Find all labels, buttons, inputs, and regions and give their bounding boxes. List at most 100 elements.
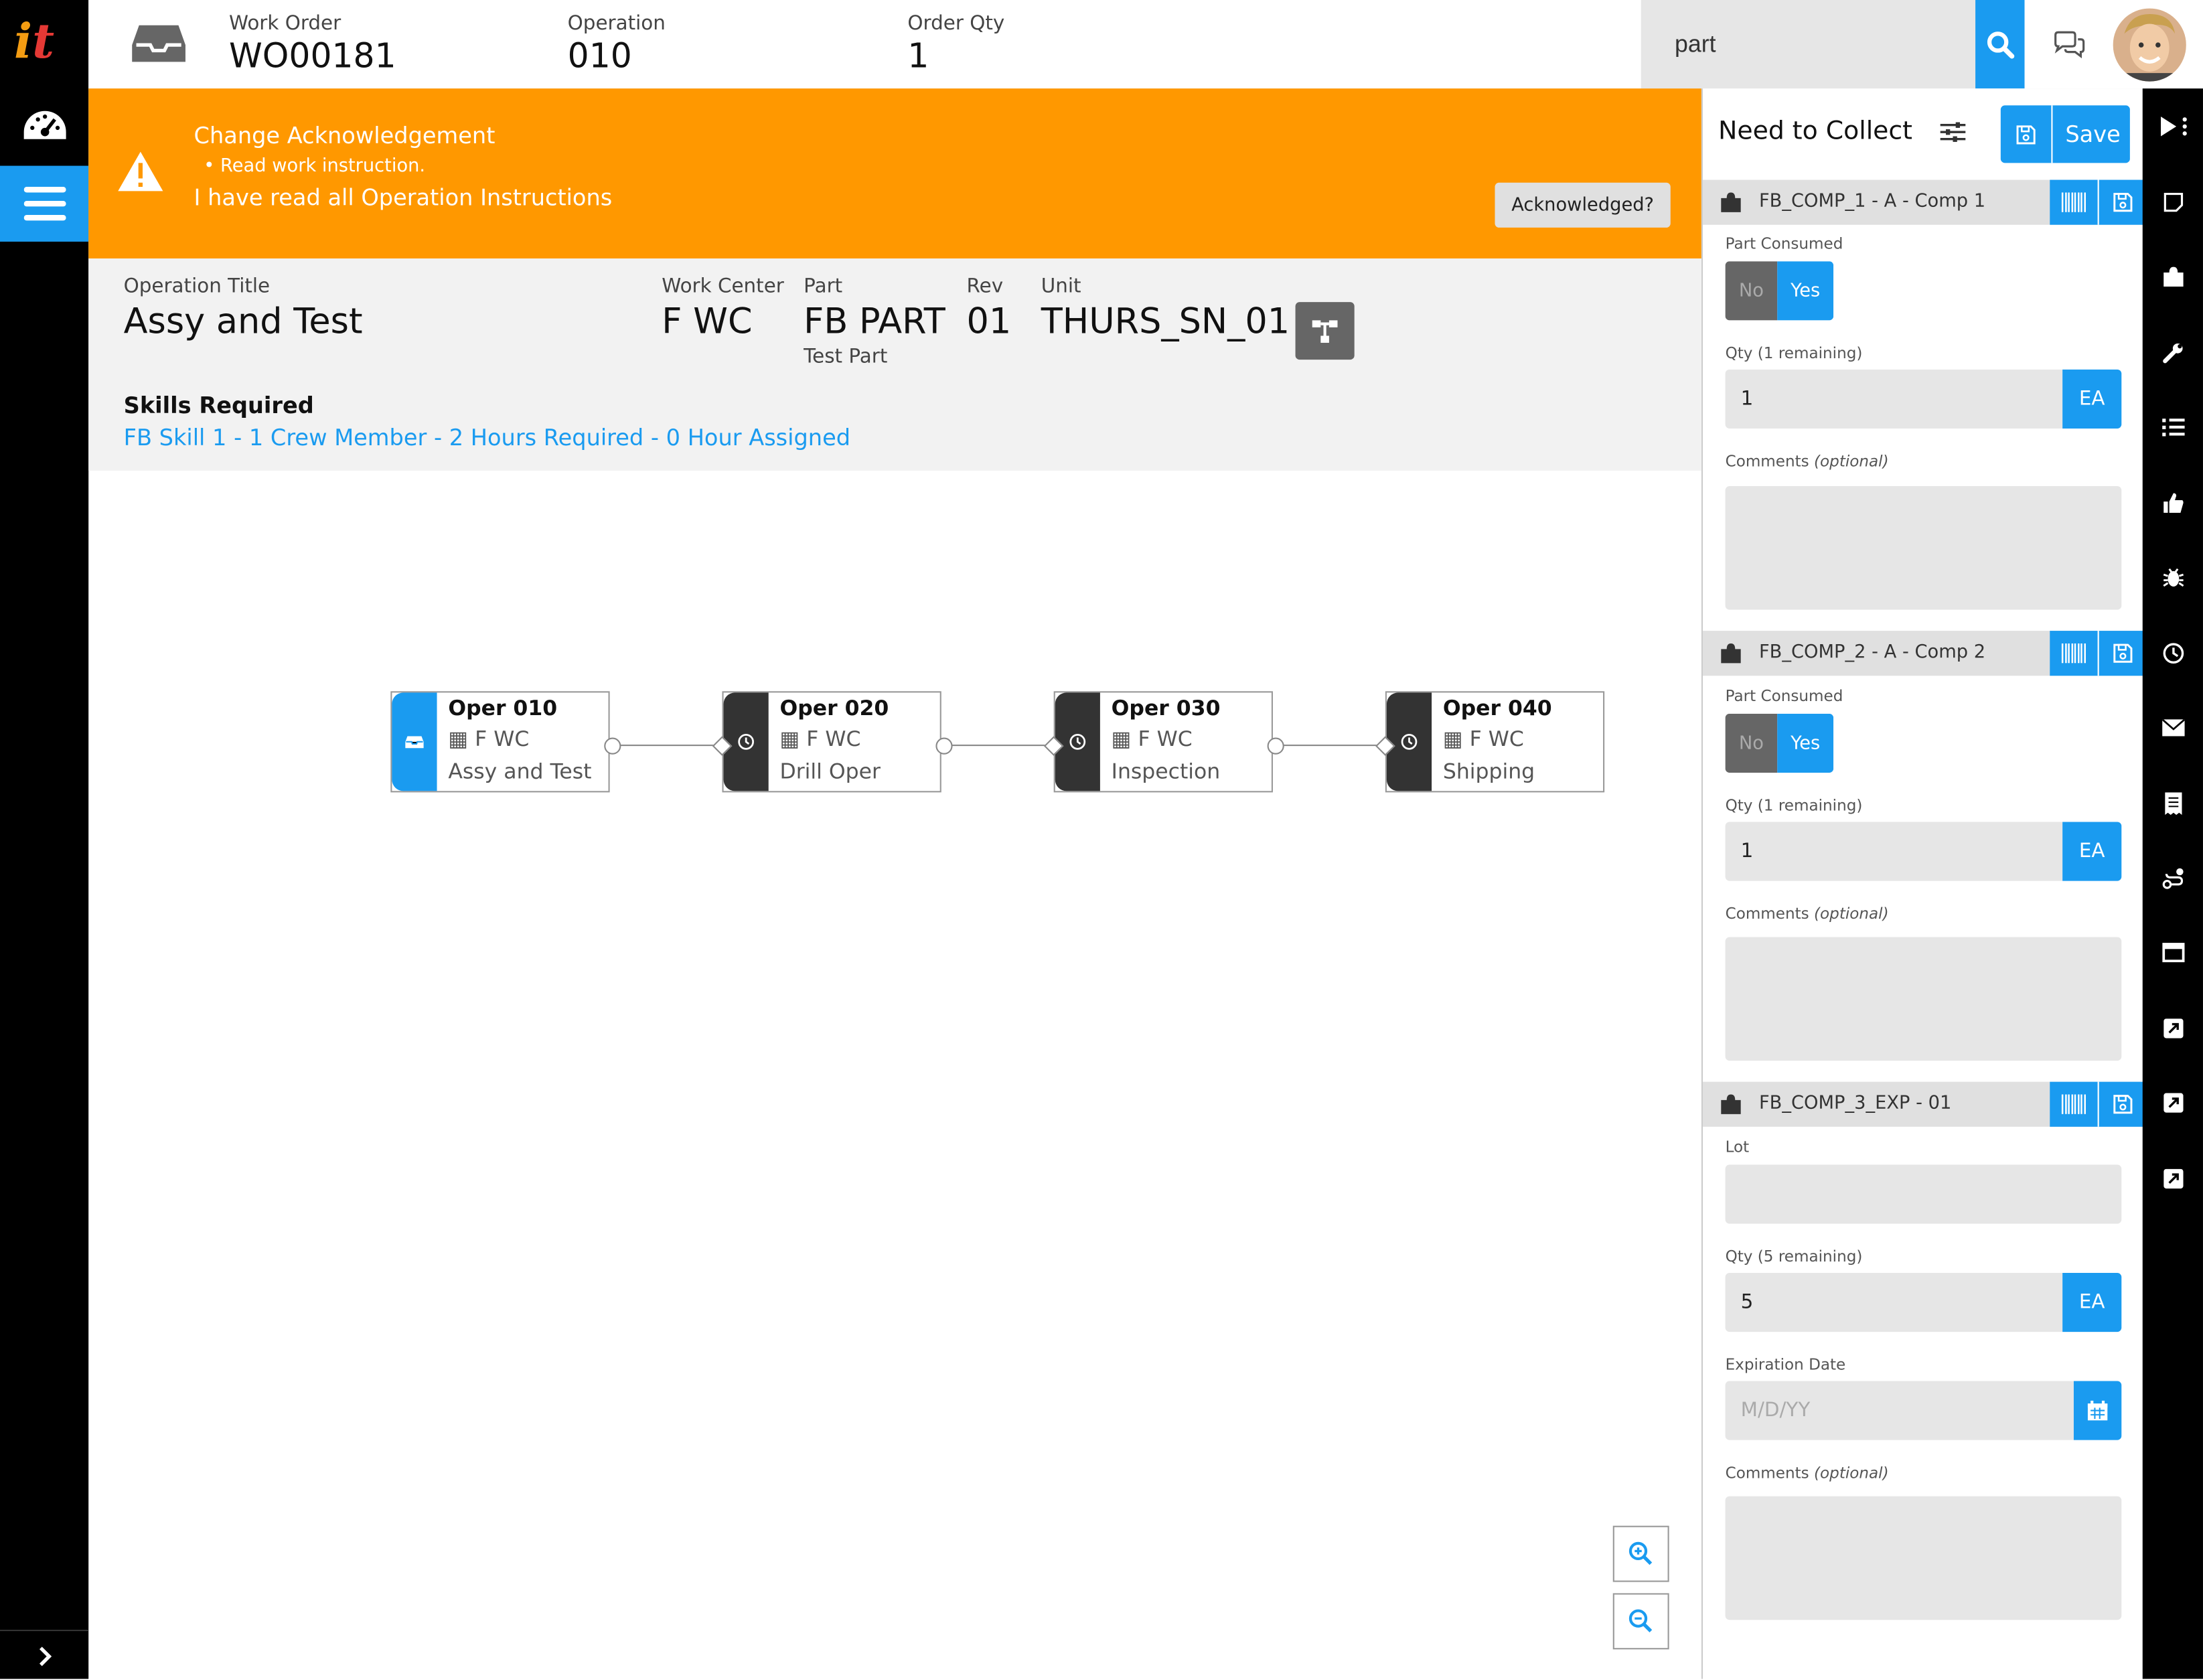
clock-icon (723, 692, 769, 791)
save-button[interactable]: Save (2000, 105, 2130, 163)
barcode-button[interactable] (2050, 631, 2098, 676)
window-button[interactable] (2143, 931, 2203, 974)
expiration-field[interactable]: M/D/YY (1725, 1381, 2122, 1440)
component-save-button[interactable] (2097, 631, 2145, 676)
qty-field[interactable]: 1 EA (1725, 822, 2122, 881)
expiration-input[interactable]: M/D/YY (1725, 1381, 2074, 1440)
unit-button[interactable]: EA (2062, 822, 2122, 881)
unit-button[interactable]: EA (2062, 369, 2122, 429)
search-input[interactable] (1641, 0, 1951, 89)
op-title-value: Assy and Test (123, 301, 363, 341)
calendar-button[interactable] (2073, 1381, 2122, 1440)
oper-node-020[interactable]: Oper 020 ▦ F WC Drill Oper (722, 691, 941, 793)
clock-button[interactable] (2143, 632, 2203, 674)
bug-icon (2162, 568, 2184, 587)
hierarchy-icon (1312, 319, 1338, 342)
unit-button[interactable]: EA (2062, 1272, 2122, 1332)
puzzle-icon (1720, 1093, 1742, 1121)
save-icon (2113, 643, 2132, 663)
qty-input[interactable]: 1 (1725, 822, 2063, 881)
puzzle-icon (1720, 642, 1742, 670)
zoom-out-button[interactable] (1612, 1593, 1669, 1650)
barcode-button[interactable] (2050, 179, 2098, 225)
save-icon (2113, 1095, 2132, 1114)
wrench-button[interactable] (2143, 331, 2203, 374)
comments-textarea[interactable] (1725, 1496, 2122, 1620)
expiration-label: Expiration Date (1725, 1355, 1846, 1375)
part-consumed-toggle[interactable]: No Yes (1725, 713, 1834, 773)
alert-bullet-text: Read work instruction. (220, 155, 426, 177)
zoom-out-icon (1628, 1609, 1653, 1632)
building-icon: ▦ (448, 726, 469, 752)
toggle-yes[interactable]: Yes (1777, 713, 1834, 773)
skills-link[interactable]: FB Skill 1 - 1 Crew Member - 2 Hours Req… (124, 425, 850, 451)
flow-connector (1276, 745, 1385, 747)
dashboard-button[interactable] (0, 90, 88, 165)
toggle-yes[interactable]: Yes (1777, 261, 1834, 321)
flow-connector (943, 745, 1054, 747)
zoom-in-button[interactable] (1612, 1525, 1669, 1582)
comments-textarea[interactable] (1725, 485, 2122, 610)
oper-wc: ▦ F WC (1443, 727, 1524, 752)
toggle-no[interactable]: No (1725, 261, 1778, 321)
qty-field[interactable]: 5 EA (1725, 1272, 2122, 1332)
play-button[interactable] (2143, 105, 2203, 147)
note-button[interactable] (2143, 181, 2203, 224)
oper-node-010[interactable]: Oper 010 ▦ F WC Assy and Test (390, 691, 610, 793)
qty-label: Qty (1 remaining) (1725, 344, 1863, 363)
avatar[interactable] (2113, 8, 2186, 82)
chat-button[interactable] (2042, 23, 2098, 68)
search-button[interactable] (1975, 0, 2025, 89)
thumbs-up-button[interactable] (2143, 482, 2203, 524)
acknowledged-button[interactable]: Acknowledged? (1495, 182, 1671, 228)
skills-label: Skills Required (123, 392, 314, 419)
external-link-icon (2163, 1168, 2183, 1189)
component-save-button[interactable] (2097, 179, 2145, 225)
external-link-button[interactable] (2143, 1082, 2203, 1124)
component-name: FB_COMP_3_EXP - 01 (1758, 1093, 1952, 1114)
panel-title: Need to Collect (1718, 117, 1913, 147)
app-logo[interactable]: it (14, 14, 54, 70)
inbox-icon (392, 692, 437, 791)
oper-wc-text: F WC (806, 726, 861, 752)
qty-input[interactable]: 5 (1725, 1272, 2063, 1332)
route-button[interactable] (2143, 857, 2203, 899)
mail-button[interactable] (2143, 706, 2203, 749)
order-qty-label: Order Qty (907, 12, 1005, 35)
lot-input[interactable] (1725, 1164, 2122, 1224)
menu-button[interactable] (0, 165, 89, 242)
toggle-no[interactable]: No (1725, 713, 1778, 773)
part-consumed-toggle[interactable]: No Yes (1725, 261, 1834, 321)
operation-label: Operation (567, 12, 666, 35)
list-button[interactable] (2143, 406, 2203, 448)
alert-text: I have read all Operation Instructions (194, 183, 613, 211)
component-save-button[interactable] (2097, 1081, 2145, 1127)
output-port (1267, 737, 1284, 755)
unit-value: THURS_SN_01 (1041, 301, 1290, 341)
qty-field[interactable]: 1 EA (1725, 369, 2122, 429)
flow-connector (612, 745, 723, 747)
puzzle-button[interactable] (2143, 256, 2203, 298)
component-name: FB_COMP_1 - A - Comp 1 (1758, 191, 1986, 212)
header: Work Order WO00181 Operation 010 Order Q… (88, 0, 2203, 90)
qty-input[interactable]: 1 (1725, 369, 2063, 429)
receipt-button[interactable] (2143, 783, 2203, 825)
work-center-value: F WC (662, 301, 753, 341)
oper-node-040[interactable]: Oper 040 ▦ F WC Shipping (1385, 691, 1605, 793)
qty-label: Qty (1 remaining) (1725, 796, 1863, 815)
oper-node-030[interactable]: Oper 030 ▦ F WC Inspection (1053, 691, 1273, 793)
barcode-button[interactable] (2050, 1081, 2098, 1127)
external-link-button[interactable] (2143, 1007, 2203, 1049)
routing-button[interactable] (1295, 302, 1355, 360)
unit-label: Unit (1041, 275, 1081, 298)
expand-nav-button[interactable] (0, 1629, 89, 1680)
bug-button[interactable] (2143, 556, 2203, 599)
alert-bullet: • Read work instruction. (204, 155, 426, 177)
filter-button[interactable] (1936, 118, 1969, 146)
comments-textarea[interactable] (1725, 937, 2122, 1061)
oper-wc: ▦ F WC (1112, 727, 1193, 752)
component-name: FB_COMP_2 - A - Comp 2 (1758, 641, 1986, 664)
work-center-label: Work Center (662, 275, 784, 298)
external-link-button[interactable] (2143, 1158, 2203, 1200)
puzzle-icon (2163, 266, 2183, 287)
